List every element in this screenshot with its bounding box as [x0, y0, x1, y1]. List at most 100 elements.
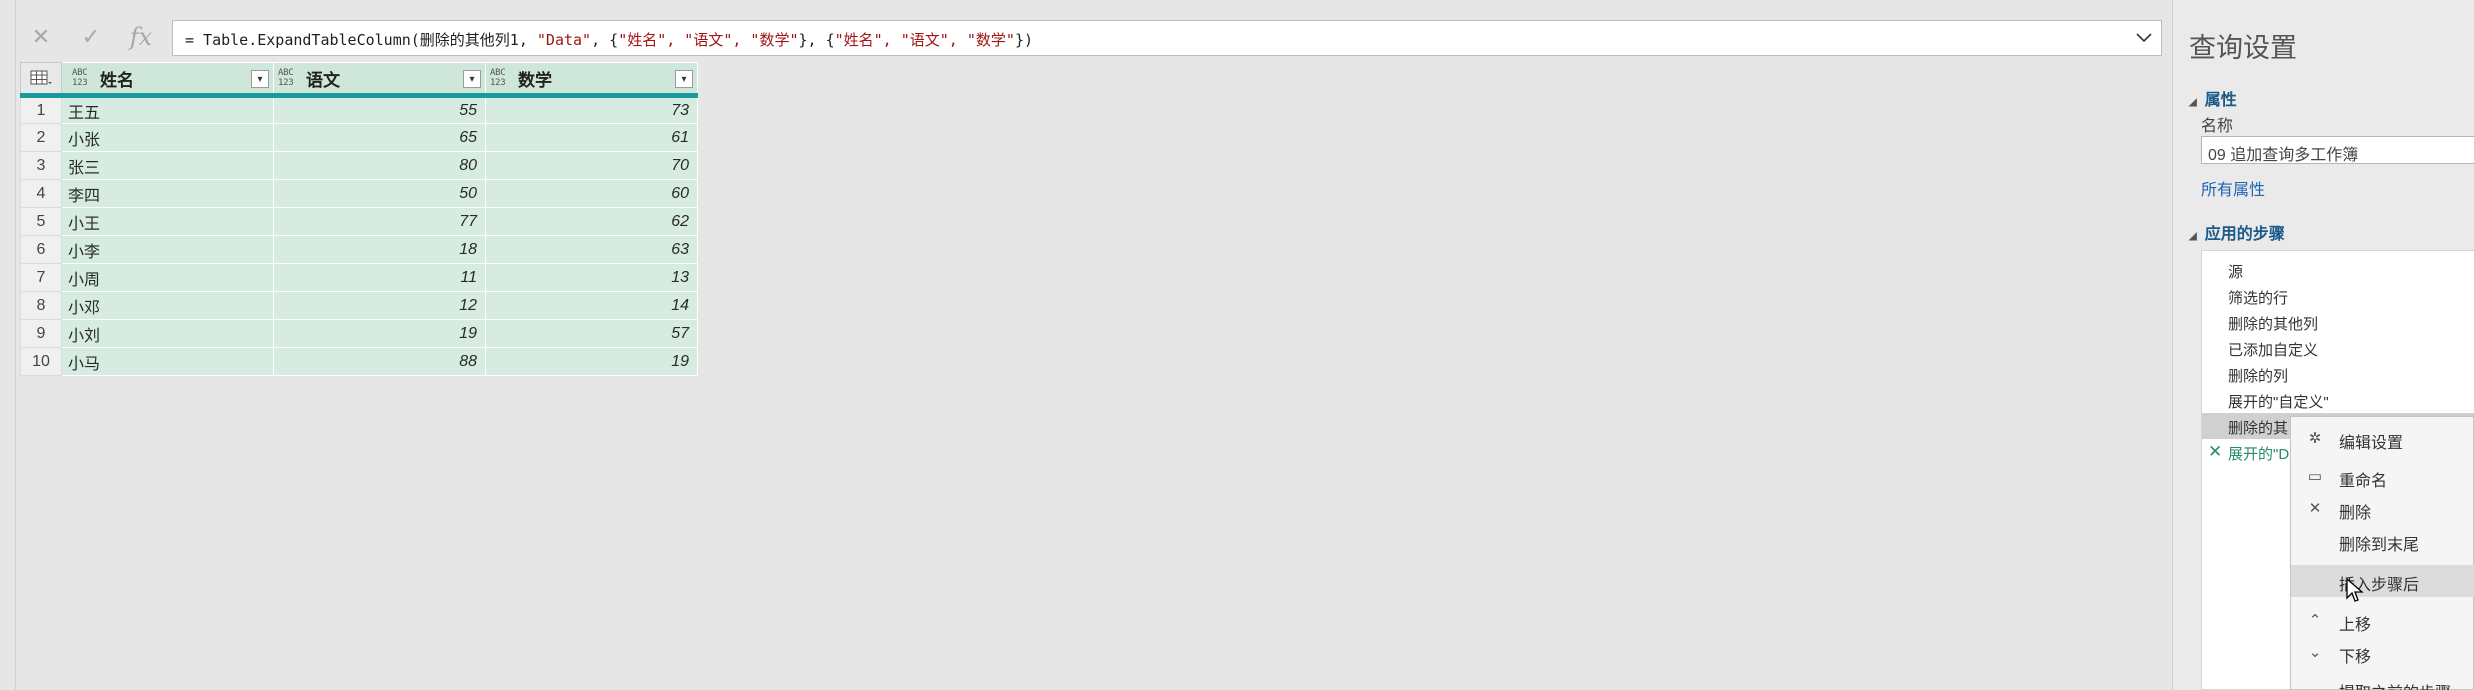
cell-name[interactable]: 小李 — [61, 235, 274, 264]
filter-dropdown-icon[interactable]: ▾ — [463, 70, 481, 88]
formula-text: = Table.ExpandTableColumn(删除的其他列1, "Data… — [185, 29, 1033, 50]
context-menu-item[interactable]: 删除到末尾 — [2291, 525, 2474, 557]
context-menu-item-label: 删除 — [2339, 505, 2372, 522]
row-number[interactable]: 10 — [20, 347, 62, 376]
formula-arg-data: "Data" — [536, 31, 592, 49]
formula-buttons: ✕ ✓ fx — [16, 20, 166, 54]
applied-steps-section-header[interactable]: ◢ 应用的步骤 — [2189, 220, 2285, 244]
row-number[interactable]: 3 — [20, 151, 62, 180]
cancel-icon[interactable]: ✕ — [16, 20, 66, 54]
cell-chinese[interactable]: 50 — [273, 179, 486, 208]
formula-input[interactable]: = Table.ExpandTableColumn(删除的其他列1, "Data… — [172, 20, 2162, 56]
cell-chinese[interactable]: 77 — [273, 207, 486, 236]
cell-name[interactable]: 小马 — [61, 347, 274, 376]
cell-math[interactable]: 62 — [485, 207, 698, 236]
cell-math[interactable]: 70 — [485, 151, 698, 180]
table-row[interactable]: 9 小刘 19 57 — [20, 319, 698, 348]
row-number[interactable]: 2 — [20, 123, 62, 152]
row-number[interactable]: 5 — [20, 207, 62, 236]
cell-math[interactable]: 73 — [485, 95, 698, 124]
row-number[interactable]: 7 — [20, 263, 62, 292]
applied-step-item[interactable]: 删除的其他列✲ — [2202, 309, 2474, 335]
context-menu-item[interactable]: ✲ 编辑设置 — [2291, 423, 2474, 455]
cell-math[interactable]: 19 — [485, 347, 698, 376]
collapse-triangle-icon[interactable]: ◢ — [2189, 97, 2197, 108]
close-icon: ✕ — [2308, 500, 2322, 517]
any-type-icon[interactable]: ABC 123 — [278, 68, 302, 88]
cell-math[interactable]: 14 — [485, 291, 698, 320]
context-menu-item[interactable]: ✕ 删除 — [2291, 493, 2474, 525]
context-menu-item[interactable]: 插入步骤后 — [2291, 565, 2474, 597]
table-row[interactable]: 5 小王 77 62 — [20, 207, 698, 236]
applied-step-item[interactable]: 源✲ — [2202, 257, 2474, 283]
filter-dropdown-icon[interactable]: ▾ — [251, 70, 269, 88]
cell-name[interactable]: 小王 — [61, 207, 274, 236]
context-menu-item[interactable]: ⌃ 上移 — [2291, 605, 2474, 637]
cell-chinese[interactable]: 19 — [273, 319, 486, 348]
fx-icon[interactable]: fx — [116, 20, 166, 54]
table-row[interactable]: 1 王五 55 73 — [20, 95, 698, 124]
table-row[interactable]: 2 小张 65 61 — [20, 123, 698, 152]
query-name-input[interactable]: 09 追加查询多工作簿 — [2201, 136, 2474, 164]
column-header-math[interactable]: ABC 123 数学 ▾ — [485, 62, 698, 98]
cell-name[interactable]: 李四 — [61, 179, 274, 208]
formula-expand-chevron-icon[interactable] — [2133, 27, 2155, 49]
cell-chinese[interactable]: 18 — [273, 235, 486, 264]
cell-name[interactable]: 王五 — [61, 95, 274, 124]
table-row[interactable]: 4 李四 50 60 — [20, 179, 698, 208]
column-header-chinese[interactable]: ABC 123 语文 ▾ — [273, 62, 486, 98]
table-row[interactable]: 6 小李 18 63 — [20, 235, 698, 264]
any-type-icon[interactable]: ABC 123 — [72, 68, 96, 88]
cell-name[interactable]: 小张 — [61, 123, 274, 152]
applied-step-item[interactable]: 已添加自定义✲ — [2202, 335, 2474, 361]
table-row[interactable]: 10 小马 88 19 — [20, 347, 698, 376]
table-row[interactable]: 8 小邓 12 14 — [20, 291, 698, 320]
context-menu-item[interactable]: ▭ 重命名 — [2291, 461, 2474, 493]
commit-icon[interactable]: ✓ — [66, 20, 116, 54]
table-row[interactable]: 7 小周 11 13 — [20, 263, 698, 292]
properties-section-header[interactable]: ◢ 属性 — [2189, 86, 2237, 110]
context-menu-item[interactable]: 提取之前的步骤 — [2291, 673, 2474, 690]
row-number[interactable]: 4 — [20, 179, 62, 208]
cell-name[interactable]: 小刘 — [61, 319, 274, 348]
applied-step-label: 筛选的行 — [2228, 290, 2289, 307]
cell-chinese[interactable]: 65 — [273, 123, 486, 152]
applied-step-item[interactable]: 展开的"自定义"✲ — [2202, 387, 2474, 413]
row-number[interactable]: 6 — [20, 235, 62, 264]
collapse-triangle-icon[interactable]: ◢ — [2189, 231, 2197, 242]
table-menu-button[interactable] — [20, 62, 62, 98]
row-number[interactable]: 8 — [20, 291, 62, 320]
cell-math[interactable]: 60 — [485, 179, 698, 208]
column-header-name[interactable]: ABC 123 姓名 ▾ — [61, 62, 274, 98]
cell-name[interactable]: 小邓 — [61, 291, 274, 320]
cell-chinese[interactable]: 55 — [273, 95, 486, 124]
filter-dropdown-icon[interactable]: ▾ — [675, 70, 693, 88]
applied-step-item[interactable]: 删除的列 — [2202, 361, 2474, 387]
name-label: 名称 — [2201, 118, 2234, 135]
cell-math[interactable]: 13 — [485, 263, 698, 292]
delete-step-icon[interactable]: ✕ — [2208, 442, 2222, 462]
table-row[interactable]: 3 张三 80 70 — [20, 151, 698, 180]
all-properties-link[interactable]: 所有属性 — [2201, 176, 2265, 200]
cell-math[interactable]: 63 — [485, 235, 698, 264]
column-header-label: 语文 — [306, 70, 340, 90]
cell-math[interactable]: 57 — [485, 319, 698, 348]
formula-prefix: = Table.ExpandTableColumn(删除的其他列1, — [185, 31, 537, 49]
cell-chinese[interactable]: 11 — [273, 263, 486, 292]
column-header-label: 数学 — [518, 70, 552, 90]
cell-chinese[interactable]: 80 — [273, 151, 486, 180]
row-number[interactable]: 1 — [20, 95, 62, 124]
chevron-down-icon: ⌄ — [2308, 644, 2322, 661]
applied-step-item[interactable]: 筛选的行✲ — [2202, 283, 2474, 309]
row-number[interactable]: 9 — [20, 319, 62, 348]
mouse-cursor-icon — [2346, 578, 2364, 602]
context-menu-item[interactable]: ⌄ 下移 — [2291, 637, 2474, 669]
applied-step-label: 已添加自定义 — [2228, 342, 2319, 359]
any-type-icon[interactable]: ABC 123 — [490, 68, 514, 88]
applied-step-label: 删除的其 — [2228, 420, 2289, 437]
cell-math[interactable]: 61 — [485, 123, 698, 152]
cell-name[interactable]: 张三 — [61, 151, 274, 180]
cell-chinese[interactable]: 12 — [273, 291, 486, 320]
cell-chinese[interactable]: 88 — [273, 347, 486, 376]
cell-name[interactable]: 小周 — [61, 263, 274, 292]
